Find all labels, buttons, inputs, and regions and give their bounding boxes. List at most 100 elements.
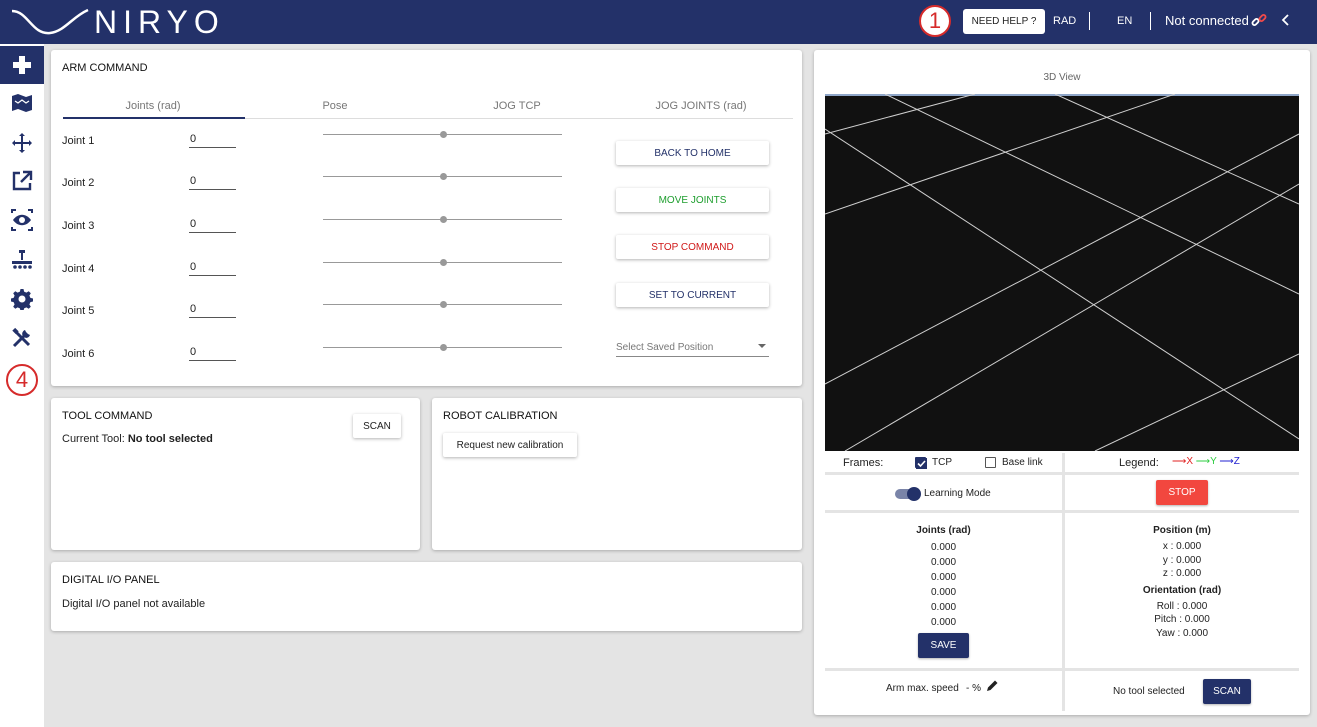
- joint-value: 0.000: [930, 602, 957, 613]
- orientation-yaw: Yaw : 0.000: [1155, 628, 1209, 639]
- joint-slider[interactable]: [323, 343, 562, 353]
- check-icon: [916, 458, 927, 469]
- learning-mode-toggle[interactable]: [895, 487, 921, 501]
- sidebar-item-map[interactable]: [0, 84, 44, 122]
- joint-input[interactable]: [189, 130, 236, 148]
- learning-mode-label: Learning Mode: [924, 488, 991, 499]
- sidebar-item-control[interactable]: [0, 46, 44, 84]
- slider-thumb[interactable]: [439, 131, 447, 138]
- tcp-checkbox[interactable]: [915, 457, 927, 469]
- joint-input[interactable]: [189, 172, 236, 190]
- pencil-icon[interactable]: [985, 679, 999, 696]
- gear-icon: [11, 289, 33, 310]
- chevron-down-icon: [758, 344, 766, 348]
- brand-name: NIRYO: [94, 3, 225, 40]
- joint-input[interactable]: [189, 300, 236, 318]
- arm-command-title: ARM COMMAND: [62, 62, 148, 74]
- orientation-pitch: Pitch : 0.000: [1154, 614, 1210, 625]
- digital-io-title: DIGITAL I/O PANEL: [62, 574, 160, 586]
- annotation-badge: 4: [6, 364, 38, 396]
- divider: [825, 472, 1299, 475]
- sidebar-item-vision[interactable]: [0, 201, 44, 239]
- orientation-roll: Roll : 0.000: [1156, 601, 1208, 612]
- set-to-current-button[interactable]: SET TO CURRENT: [616, 283, 769, 307]
- arm-speed-value: - %: [966, 683, 981, 694]
- eye-icon: [11, 209, 33, 231]
- tools-icon: [12, 327, 31, 348]
- joint-value: 0.000: [930, 587, 957, 598]
- axis-legend: ⟶X ⟶Y ⟶Z: [1172, 456, 1240, 467]
- digital-io-card: DIGITAL I/O PANEL Digital I/O panel not …: [51, 562, 802, 631]
- map-icon: [12, 94, 32, 112]
- legend-z-arrow: ⟶: [1219, 456, 1234, 467]
- sidebar-item-tools[interactable]: [0, 319, 44, 357]
- joint-input[interactable]: [189, 215, 236, 233]
- grid-floor: [825, 94, 1299, 451]
- tcp-label: TCP: [932, 457, 952, 468]
- base-link-checkbox[interactable]: [985, 457, 996, 468]
- joint-label: Joint 1: [62, 135, 95, 147]
- robot-calibration-title: ROBOT CALIBRATION: [443, 410, 558, 422]
- joint-value: 0.000: [930, 557, 957, 568]
- joint-slider[interactable]: [323, 215, 562, 225]
- separator: [1089, 12, 1090, 30]
- back-to-home-button[interactable]: BACK TO HOME: [616, 141, 769, 165]
- external-link-icon: [12, 170, 33, 191]
- joint-slider[interactable]: [323, 172, 562, 182]
- robot-calibration-card: ROBOT CALIBRATION Request new calibratio…: [432, 398, 802, 550]
- move-arrows-icon: [12, 133, 32, 153]
- legend-y: Y: [1210, 456, 1217, 467]
- language-selector[interactable]: EN: [1117, 15, 1132, 27]
- tab-active-indicator: [63, 117, 245, 119]
- sidebar-item-move[interactable]: [0, 124, 44, 162]
- joint-slider[interactable]: [323, 258, 562, 268]
- stop-command-button[interactable]: STOP COMMAND: [616, 235, 769, 259]
- connection-status: Not connected: [1165, 13, 1249, 28]
- joint-value: 0.000: [930, 617, 957, 628]
- tab-joints[interactable]: Joints (rad): [63, 100, 243, 112]
- joint-label: Joint 3: [62, 220, 95, 232]
- saved-position-select[interactable]: Select Saved Position: [616, 339, 769, 357]
- frames-label: Frames:: [843, 457, 884, 469]
- save-joints-button[interactable]: SAVE: [918, 633, 969, 658]
- slider-thumb[interactable]: [439, 344, 447, 351]
- tab-pose[interactable]: Pose: [245, 100, 425, 112]
- position-y: y : 0.000: [1162, 555, 1202, 566]
- joint-input[interactable]: [189, 258, 236, 276]
- tool-scan-button[interactable]: SCAN: [353, 414, 401, 438]
- current-tool: Current Tool: No tool selected: [62, 433, 213, 445]
- joints-values-title: Joints (rad): [916, 525, 971, 536]
- joint-slider[interactable]: [323, 130, 562, 140]
- chevron-left-icon[interactable]: [1281, 13, 1291, 30]
- slider-thumb[interactable]: [439, 216, 447, 223]
- legend-x: X: [1186, 456, 1194, 467]
- unit-toggle[interactable]: RAD: [1053, 15, 1076, 27]
- joint-input[interactable]: [189, 343, 236, 361]
- 3d-viewport[interactable]: [825, 94, 1299, 451]
- view3d-title: 3D View: [1043, 72, 1081, 83]
- need-help-button[interactable]: NEED HELP ?: [963, 9, 1045, 34]
- move-joints-button[interactable]: MOVE JOINTS: [616, 188, 769, 212]
- position-z: z : 0.000: [1162, 568, 1202, 579]
- slider-thumb[interactable]: [439, 259, 447, 266]
- joint-value: 0.000: [930, 542, 957, 553]
- sidebar-item-settings[interactable]: [0, 280, 44, 318]
- joint-label: Joint 2: [62, 177, 95, 189]
- sidebar-item-conveyor[interactable]: [0, 240, 44, 278]
- legend-y-arrow: ⟶: [1195, 456, 1211, 467]
- arm-speed-label: Arm max. speed: [886, 683, 959, 694]
- joint-slider[interactable]: [323, 300, 562, 310]
- legend-z: Z: [1233, 456, 1240, 467]
- slider-thumb[interactable]: [439, 173, 447, 180]
- sidebar-item-external[interactable]: [0, 162, 44, 200]
- tab-jog-tcp[interactable]: JOG TCP: [427, 100, 607, 112]
- link-broken-icon[interactable]: [1250, 12, 1268, 33]
- status-scan-button[interactable]: SCAN: [1203, 679, 1251, 704]
- stop-button[interactable]: STOP: [1156, 480, 1208, 505]
- request-calibration-button[interactable]: Request new calibration: [443, 433, 577, 457]
- legend-x-arrow: ⟶: [1172, 456, 1187, 467]
- slider-thumb[interactable]: [439, 301, 447, 308]
- divider: [1062, 671, 1065, 711]
- tool-status: No tool selected: [1113, 686, 1185, 697]
- tab-jog-joints[interactable]: JOG JOINTS (rad): [611, 100, 791, 112]
